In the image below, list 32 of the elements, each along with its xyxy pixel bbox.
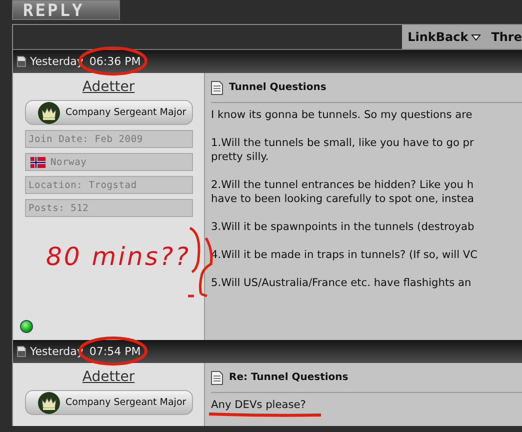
post-title: Re: Tunnel Questions [229, 372, 348, 383]
post-text: 3.Will it be spawnpoints in the tunnels (destroyab [211, 220, 474, 234]
field-text: Norway [50, 156, 87, 168]
post-text: Any DEVs please? [211, 398, 306, 412]
page-icon [17, 346, 26, 357]
post-text: 5.Will US/Australia/France etc. have flashights an [211, 276, 472, 290]
post-text: 2.Will the tunnel entrances be hidden? Like you h [211, 178, 474, 192]
reply-button[interactable]: REPLY [12, 0, 120, 20]
rank-title: Company Sergeant Major [66, 107, 186, 118]
post-time: 06:36 PM [89, 55, 141, 68]
author-link[interactable]: Adetter [82, 369, 135, 385]
caret-icon [471, 34, 482, 40]
flag-icon [28, 156, 46, 168]
author-link[interactable]: Adetter [82, 79, 135, 95]
thread-link[interactable]: Thre [491, 30, 522, 44]
post-text: pretty silly. [211, 150, 269, 164]
thread-link[interactable]: LinkBack [408, 30, 482, 44]
field-text: Posts: 512 [28, 202, 89, 214]
post-title: Tunnel Questions [229, 82, 326, 93]
field-text: Join Date: Feb 2009 [28, 134, 143, 144]
field-text: Location: Trogstad [28, 180, 137, 190]
handwritten-note: 80 mins?? [46, 242, 190, 271]
post-text: I know its gonna be tunnels. So my questions are [211, 108, 472, 122]
document-icon [211, 80, 223, 94]
crown-icon [38, 392, 60, 414]
rank-title: Company Sergeant Major [66, 397, 186, 408]
crown-icon [38, 102, 60, 124]
post-text: have to been looking carefully to spot one, instea [211, 192, 474, 206]
document-icon [211, 370, 223, 384]
post-text: 1.Will the tunnels be small, like you have to go pr [211, 136, 474, 150]
post-time: 07:54 PM [89, 345, 141, 358]
page-icon [17, 56, 26, 67]
